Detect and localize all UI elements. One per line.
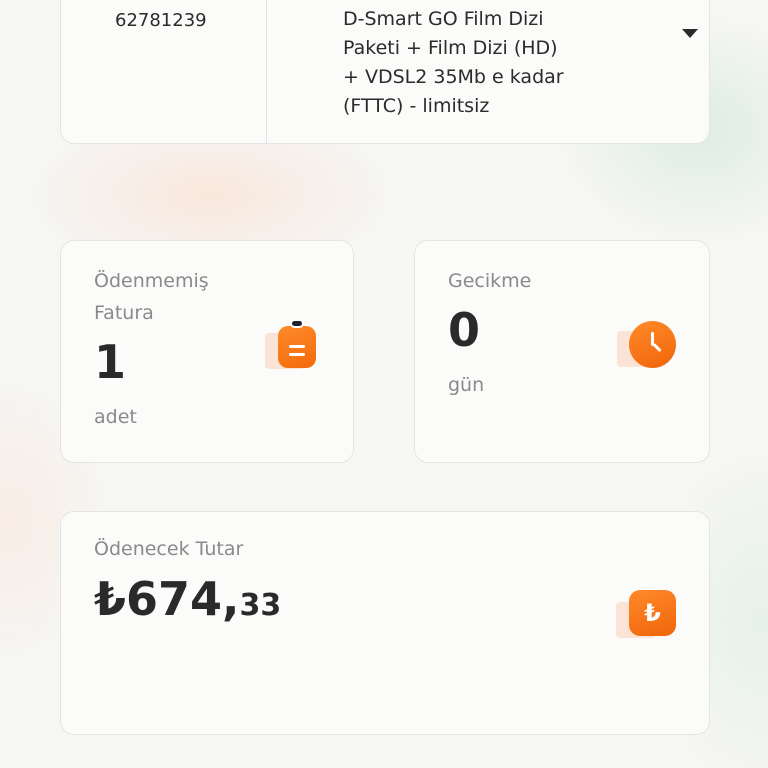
delay-unit: gün: [448, 374, 485, 396]
lira-icon: ₺: [616, 590, 676, 650]
amount-due-card[interactable]: Ödenecek Tutar ₺674,33 ₺: [60, 511, 710, 735]
caret-down-icon[interactable]: [682, 29, 698, 38]
subscriber-number: 62781239: [115, 10, 207, 31]
divider: [266, 0, 267, 143]
delay-days: 0: [448, 303, 481, 357]
clipboard-icon-body: [278, 319, 316, 368]
clipboard-clip: [290, 319, 304, 328]
unpaid-invoice-label: Ödenmemiş Fatura: [94, 270, 209, 324]
delay-card[interactable]: Gecikme 0 gün: [414, 240, 710, 463]
unpaid-invoice-card[interactable]: Ödenmemiş Fatura 1 adet: [60, 240, 354, 463]
lira-icon-badge: ₺: [629, 590, 676, 636]
amount-cents: 33: [239, 588, 282, 623]
amount-due-label: Ödenecek Tutar: [94, 538, 244, 560]
clipboard-icon: [265, 319, 325, 381]
amount-due-value: ₺674,33: [94, 572, 281, 626]
clipboard-line: [289, 353, 305, 356]
clock-icon: [617, 319, 677, 379]
clipboard-line: [289, 345, 305, 348]
package-card[interactable]: 62781239 x D-Smart GO Film Dizi Paketi +…: [60, 0, 710, 144]
package-name-text: D-Smart GO Film Dizi Paketi + Film Dizi …: [343, 8, 564, 117]
package-name: x D-Smart GO Film Dizi Paketi + Film Diz…: [343, 0, 573, 121]
unpaid-invoice-count: 1: [94, 335, 127, 389]
amount-whole: 674,: [126, 572, 240, 626]
clock-icon-face: [629, 321, 676, 368]
delay-label: Gecikme: [448, 270, 532, 292]
currency-symbol: ₺: [94, 572, 127, 626]
unpaid-invoice-unit: adet: [94, 406, 137, 428]
clock-hand: [652, 342, 662, 353]
